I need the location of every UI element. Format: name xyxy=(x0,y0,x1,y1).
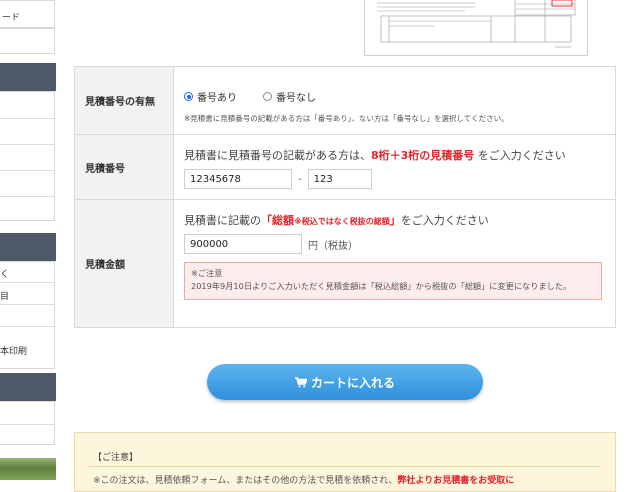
caution-text-highlight: 弊社よりお見積書をお受取に xyxy=(397,476,515,486)
radio-group-quote-number: 番号あり 番号なし xyxy=(184,89,607,104)
quote-sample-drawing xyxy=(377,0,576,48)
sidebar-section-3-list xyxy=(0,401,55,445)
instruction-suffix: をご入力ください xyxy=(400,214,489,227)
add-to-cart-label: カートに入れる xyxy=(310,375,395,390)
sidebar-item-a[interactable]: く xyxy=(0,267,9,280)
instruction-highlight-small: ※税込ではなく税抜の総額 xyxy=(294,217,390,226)
caution-text-body: ※この注文は、見積依頼フォーム、またはその他の方法で見積を依頼され、 xyxy=(93,476,398,486)
sidebar-section-header-3 xyxy=(0,373,56,401)
caution-divider xyxy=(89,466,601,467)
sidebar-link-2[interactable] xyxy=(0,28,55,54)
sidebar-section-1-list xyxy=(0,91,55,221)
label-quote-number: 見積番号 xyxy=(74,134,174,200)
sidebar-item-b[interactable]: 目 xyxy=(0,289,9,302)
notice-body: 2019年9月10日よりご入力いただく見積金額は「税込総額」から税抜の「総額」に… xyxy=(191,281,572,291)
sidebar-section-2-list: く 目 本印刷 xyxy=(0,261,55,369)
label-quote-amount: 見積金額 xyxy=(74,199,174,328)
quote-number-presence-note: ※見積書に見積番号の記載がある方は「番号あり」、ない方は「番号なし」を選択してく… xyxy=(184,114,509,123)
cart-icon xyxy=(294,376,307,388)
instruction-highlight: 8桁＋3桁の見積番号 xyxy=(371,149,475,162)
quote-number-inputs: - xyxy=(184,169,607,189)
radio-number-yes[interactable]: 番号あり xyxy=(184,89,237,104)
quote-amount-unit: 円（税抜） xyxy=(308,240,358,252)
row-quote-amount: 見積金額 見積書に記載の「総額※税込ではなく税抜の総額」をご入力ください 円（税… xyxy=(74,199,616,328)
sidebar-section-header-2 xyxy=(0,233,56,261)
sidebar-link-top[interactable]: ード xyxy=(0,0,55,28)
quote-sample-image xyxy=(364,0,588,56)
notice-title: ※ご注意 xyxy=(191,268,223,278)
amount-notice-box: ※ご注意 2019年9月10日よりご入力いただく見積金額は「税込総額」から税抜の… xyxy=(184,262,602,300)
quote-form-table: 見積番号の有無 番号あり 番号なし ※見積書に見積番号の記載がある方は「番号あり… xyxy=(74,66,616,328)
sidebar-item-c[interactable]: 本印刷 xyxy=(0,344,27,357)
row-quote-number-presence: 見積番号の有無 番号あり 番号なし ※見積書に見積番号の記載がある方は「番号あり… xyxy=(74,66,616,135)
radio-checked-icon[interactable] xyxy=(184,92,193,101)
caution-panel: 【ご注意】 ※この注文は、見積依頼フォーム、またはその他の方法で見積を依頼され、… xyxy=(74,432,616,492)
quote-amount-inputs: 円（税抜） xyxy=(184,234,607,254)
radio-unchecked-icon[interactable] xyxy=(263,92,272,101)
quote-amount-input[interactable] xyxy=(184,234,302,254)
add-to-cart-button[interactable]: カートに入れる xyxy=(207,364,483,400)
label-quote-number-presence: 見積番号の有無 xyxy=(74,66,174,135)
instruction-highlight: 「総額 xyxy=(261,214,294,227)
radio-number-yes-label: 番号あり xyxy=(197,93,237,104)
sidebar-section-header-1 xyxy=(0,63,56,91)
row-quote-number: 見積番号 見積書に見積番号の記載がある方は、8桁＋3桁の見積番号 をご入力くださ… xyxy=(74,134,616,200)
quote-number-main-input[interactable] xyxy=(184,169,292,189)
caution-title: 【ご注意】 xyxy=(93,453,139,463)
left-sidebar: ード く 目 本印刷 xyxy=(0,0,56,480)
instruction-suffix: をご入力ください xyxy=(477,149,566,162)
instruction-text: 見積書に記載の xyxy=(184,214,261,227)
quote-number-sub-input[interactable] xyxy=(307,169,372,189)
quote-number-dash: - xyxy=(298,173,302,185)
sidebar-banner-image[interactable] xyxy=(0,458,56,480)
quote-amount-instruction: 見積書に記載の「総額※税込ではなく税抜の総額」をご入力ください xyxy=(184,212,607,228)
instruction-highlight-close: 」 xyxy=(389,214,401,227)
radio-number-no[interactable]: 番号なし xyxy=(263,89,316,104)
quote-number-instruction: 見積書に見積番号の記載がある方は、8桁＋3桁の見積番号 をご入力ください xyxy=(184,147,607,163)
radio-number-no-label: 番号なし xyxy=(276,93,316,104)
instruction-text: 見積書に見積番号の記載がある方は、 xyxy=(184,149,371,162)
sidebar-link-top-label: ード xyxy=(2,13,21,23)
